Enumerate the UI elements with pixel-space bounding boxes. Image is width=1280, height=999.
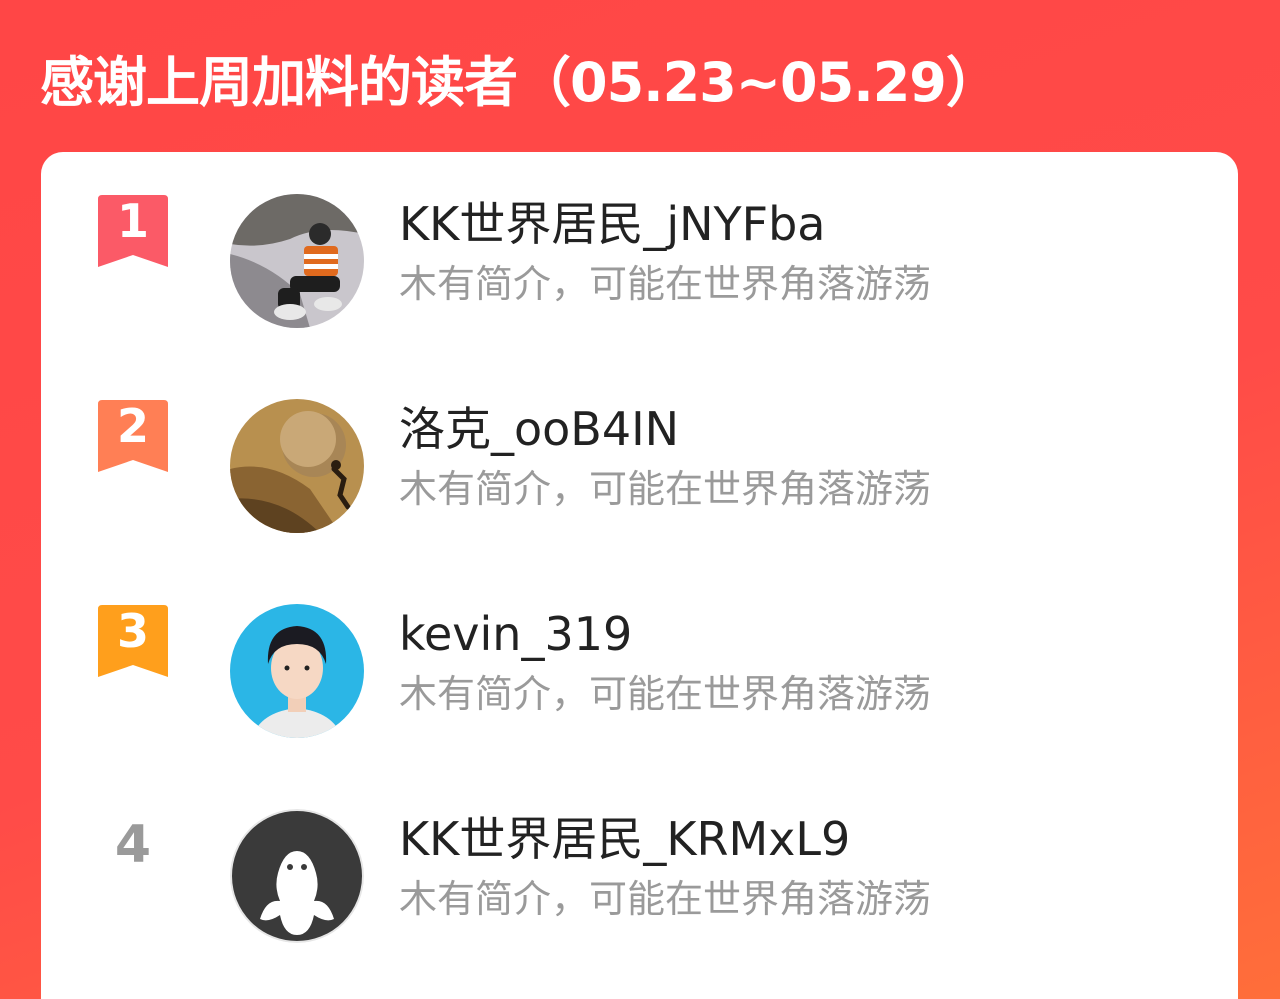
avatar[interactable] bbox=[230, 399, 364, 533]
rank-badge-1: 1 bbox=[98, 194, 168, 267]
rank-number: 3 bbox=[116, 604, 149, 658]
avatar[interactable] bbox=[230, 604, 364, 738]
default-avatar-icon bbox=[230, 809, 364, 943]
avatar[interactable] bbox=[230, 809, 364, 943]
photo-portrait-blue-background-icon bbox=[230, 604, 364, 738]
reader-row-4[interactable]: 4 KK世界居民_KRMxL9 木有简介，可能在世界角落游荡 bbox=[41, 767, 1238, 943]
reader-bio: 木有简介，可能在世界角落游荡 bbox=[399, 262, 932, 306]
reader-name[interactable]: kevin_319 bbox=[399, 606, 632, 662]
reader-bio: 木有简介，可能在世界角落游荡 bbox=[399, 877, 932, 921]
reader-bio: 木有简介，可能在世界角落游荡 bbox=[399, 672, 932, 716]
reader-name[interactable]: KK世界居民_KRMxL9 bbox=[399, 811, 850, 867]
reader-row-1[interactable]: 1 KK世界居民_jNYFba 木有简介，可能在世界角落游荡 bbox=[41, 152, 1238, 328]
rank-number: 4 bbox=[114, 815, 152, 875]
reader-name[interactable]: KK世界居民_jNYFba bbox=[399, 196, 825, 252]
reader-bio: 木有简介，可能在世界角落游荡 bbox=[399, 467, 932, 511]
page: 感谢上周加料的读者（05.23~05.29） 1 KK世界居民_jNYFba 木… bbox=[0, 0, 1280, 999]
page-title: 感谢上周加料的读者（05.23~05.29） bbox=[40, 51, 1000, 114]
rank-badge-3: 3 bbox=[98, 604, 168, 677]
avatar[interactable] bbox=[230, 194, 364, 328]
rank-badge-2: 2 bbox=[98, 399, 168, 472]
photo-sisyphus-pushing-boulder-icon bbox=[230, 399, 364, 533]
reader-row-2[interactable]: 2 洛克_ooB4IN 木有简介，可能在世界角落游荡 bbox=[41, 357, 1238, 533]
reader-name[interactable]: 洛克_ooB4IN bbox=[399, 401, 679, 457]
photo-person-sitting-roadside-icon bbox=[230, 194, 364, 328]
rank-number: 2 bbox=[116, 399, 149, 453]
reader-ranking-card: 1 KK世界居民_jNYFba 木有简介，可能在世界角落游荡 2 洛克_ooB4… bbox=[41, 152, 1238, 999]
reader-row-3[interactable]: 3 kevin_319 木有简介，可能在世界角落游荡 bbox=[41, 562, 1238, 738]
rank-number: 1 bbox=[116, 194, 149, 248]
